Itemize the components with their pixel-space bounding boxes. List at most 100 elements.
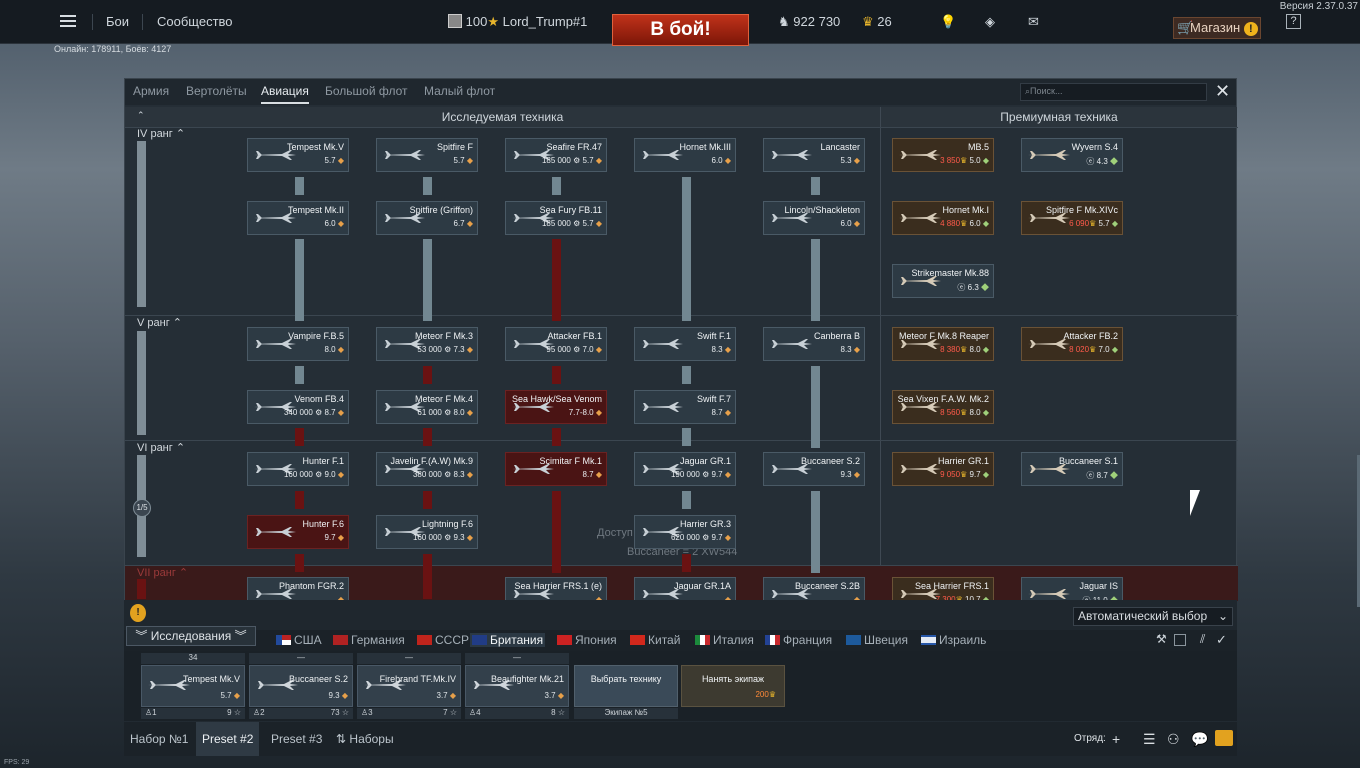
vehicle-card[interactable]: Hunter F.1 160 000 ⚙ 9.0 ◆: [247, 452, 349, 486]
vehicle-card[interactable]: Canberra B 8.3 ◆: [763, 327, 865, 361]
vehicle-card[interactable]: Harrier GR.3 620 000 ⚙ 9.7 ◆: [634, 515, 736, 549]
premium-vehicle-card[interactable]: Wyvern S.4 ⓔ 4.3 ◆: [1021, 138, 1123, 172]
close-icon[interactable]: ✕: [1215, 81, 1230, 102]
add-squad-icon[interactable]: +: [1112, 731, 1120, 747]
rank-4-label[interactable]: IV ранг ⌃: [137, 127, 185, 140]
vehicle-card[interactable]: Spitfire (Griffon) 6.7 ◆: [376, 201, 478, 235]
contacts-icon[interactable]: ⚇: [1167, 731, 1180, 748]
vehicle-card[interactable]: Lightning F.6 160 000 ⚙ 9.3 ◆: [376, 515, 478, 549]
menu-battles[interactable]: Бои: [106, 14, 129, 29]
vehicle-card[interactable]: Swift F.1 8.3 ◆: [634, 327, 736, 361]
rank-7-label[interactable]: VII ранг ⌃: [137, 566, 188, 579]
filter-icon[interactable]: ⫽: [1200, 632, 1205, 647]
vehicle-card[interactable]: Jaguar GR.1 190 000 ⚙ 9.7 ◆: [634, 452, 736, 486]
vehicle-card[interactable]: Javelin F.(A.W) Mk.9 380 000 ⚙ 8.3 ◆: [376, 452, 478, 486]
crew-slot[interactable]: Firebrand TF.Mk.IV 3.7 ◆: [357, 665, 461, 707]
premium-vehicle-card[interactable]: Harrier GR.1 9 050♛ 9.7 ◆: [892, 452, 994, 486]
silver-lions[interactable]: ♞ 922 730: [778, 14, 840, 30]
tab-aviation[interactable]: Авиация: [261, 84, 309, 104]
presets-menu[interactable]: ⇅ Наборы: [330, 722, 400, 756]
nation-italy[interactable]: Италия: [695, 633, 754, 647]
premium-vehicle-card[interactable]: Hornet Mk.I 4 880♛ 6.0 ◆: [892, 201, 994, 235]
crew-slot[interactable]: Buccaneer S.2 9.3 ◆: [249, 665, 353, 707]
to-battle-button[interactable]: В бой!: [612, 14, 749, 46]
premium-vehicle-card[interactable]: Sea Vixen F.A.W. Mk.2 8 560♛ 8.0 ◆: [892, 390, 994, 424]
tab-army[interactable]: Армия: [133, 84, 169, 98]
chat-icon[interactable]: 💬: [1191, 731, 1208, 748]
vehicle-card[interactable]: Lincoln/Shackleton 6.0 ◆: [763, 201, 865, 235]
collapse-icon[interactable]: ⌃: [137, 110, 145, 121]
battle-rating: 5.0: [969, 156, 981, 165]
ground-battle-icon: ◆: [464, 408, 473, 417]
vehicle-stats: 8 560♛ 8.0 ◆: [940, 408, 989, 417]
tree-connector: [552, 366, 561, 384]
player-badge[interactable]: 100★ Lord_Trump#1: [448, 14, 587, 30]
nation-israel[interactable]: Израиль: [921, 633, 986, 647]
tree-connector: [811, 366, 820, 448]
vehicle-card[interactable]: Hunter F.6 9.7 ◆: [247, 515, 349, 549]
choose-vehicle-slot[interactable]: Выбрать технику: [574, 665, 678, 707]
vehicle-card[interactable]: Tempest Mk.II 6.0 ◆: [247, 201, 349, 235]
premium-vehicle-card[interactable]: Spitfire F Mk.XIVc 6 090♛ 5.7 ◆: [1021, 201, 1123, 235]
research-tab[interactable]: ︾ Исследования ︾: [126, 626, 256, 646]
menu-icon[interactable]: [60, 20, 76, 22]
tab-coastal[interactable]: Малый флот: [424, 84, 495, 98]
decals-icon[interactable]: ◈: [985, 14, 995, 30]
hire-crew-slot[interactable]: Нанять экипаж 200♛: [681, 665, 785, 707]
vehicle-card[interactable]: Sea Hawk/Sea Venom 7.7-8.0 ◆: [505, 390, 607, 424]
nation-britain[interactable]: Британия: [470, 633, 546, 647]
menu-community[interactable]: Сообщество: [157, 14, 233, 29]
premium-vehicle-card[interactable]: MB.5 3 850♛ 5.0 ◆: [892, 138, 994, 172]
coupon-icon[interactable]: ✉: [1028, 14, 1039, 30]
vehicle-card[interactable]: Meteor F Mk.3 53 000 ⚙ 7.3 ◆: [376, 327, 478, 361]
nation-ussr[interactable]: СССР: [417, 633, 469, 647]
vehicle-card[interactable]: Swift F.7 8.7 ◆: [634, 390, 736, 424]
vehicle-card[interactable]: Seafire FR.47 185 000 ⚙ 5.7 ◆: [505, 138, 607, 172]
rank-marker-icon[interactable]: !: [130, 604, 146, 622]
vehicle-card[interactable]: Meteor F Mk.4 61 000 ⚙ 8.0 ◆: [376, 390, 478, 424]
premium-vehicle-card[interactable]: Buccaneer S.1 ⓔ 8.7 ◆: [1021, 452, 1123, 486]
vehicle-card[interactable]: Tempest Mk.V 5.7 ◆: [247, 138, 349, 172]
nation-japan[interactable]: Япония: [557, 633, 617, 647]
rp-icon: ⚙: [312, 470, 325, 479]
checkbox[interactable]: [1174, 634, 1186, 646]
tab-fleet[interactable]: Большой флот: [325, 84, 408, 98]
search-input[interactable]: ⌕Поиск...: [1020, 83, 1207, 101]
player-name: Lord_Trump#1: [502, 14, 588, 29]
vehicle-card[interactable]: Vampire F.B.5 8.0 ◆: [247, 327, 349, 361]
shop-button[interactable]: 🛒 Магазин !: [1173, 17, 1261, 39]
vehicle-card[interactable]: Scimitar F Mk.1 8.7 ◆: [505, 452, 607, 486]
premium-vehicle-card[interactable]: Strikemaster Mk.88 ⓔ 6.3 ◆: [892, 264, 994, 298]
auto-select-dropdown[interactable]: Автоматический выбор ⌄: [1073, 607, 1233, 626]
vehicle-card[interactable]: Hornet Mk.III 6.0 ◆: [634, 138, 736, 172]
help-button[interactable]: ?: [1286, 14, 1301, 29]
nation-china[interactable]: Китай: [630, 633, 680, 647]
list-icon[interactable]: ☰: [1143, 731, 1156, 748]
mail-icon[interactable]: [1215, 730, 1233, 746]
premium-vehicle-card[interactable]: Meteor F Mk.8 Reaper 8 380♛ 8.0 ◆: [892, 327, 994, 361]
check-icon[interactable]: ✓: [1216, 632, 1227, 648]
vehicle-card[interactable]: Buccaneer S.2 9.3 ◆: [763, 452, 865, 486]
preset-1[interactable]: Набор №1: [124, 722, 194, 756]
vehicle-card[interactable]: Venom FB.4 340 000 ⚙ 8.7 ◆: [247, 390, 349, 424]
preset-2[interactable]: Preset #2: [196, 722, 260, 756]
lightbulb-icon[interactable]: 💡: [940, 14, 956, 30]
vehicle-stats: 185 000 ⚙ 5.7 ◆: [542, 156, 602, 165]
crew-slot[interactable]: Beaufighter Mk.21 3.7 ◆: [465, 665, 569, 707]
crew-slot[interactable]: Tempest Mk.V 5.7 ◆: [141, 665, 245, 707]
nation-germany[interactable]: Германия: [333, 633, 405, 647]
vehicle-card[interactable]: Attacker FB.1 95 000 ⚙ 7.0 ◆: [505, 327, 607, 361]
vehicle-card[interactable]: Spitfire F 5.7 ◆: [376, 138, 478, 172]
nation-usa[interactable]: США: [276, 633, 322, 647]
rank-6-label[interactable]: VI ранг ⌃: [137, 441, 185, 454]
golden-eagles[interactable]: ♛ 26: [862, 14, 892, 30]
tab-helicopters[interactable]: Вертолёты: [186, 84, 247, 98]
wrench-icon[interactable]: ⚒: [1156, 632, 1167, 646]
rank-5-label[interactable]: V ранг ⌃: [137, 316, 182, 329]
nation-sweden[interactable]: Швеция: [846, 633, 908, 647]
vehicle-card[interactable]: Lancaster 5.3 ◆: [763, 138, 865, 172]
nation-france[interactable]: Франция: [765, 633, 832, 647]
premium-vehicle-card[interactable]: Attacker FB.2 8 020♛ 7.0 ◆: [1021, 327, 1123, 361]
preset-3[interactable]: Preset #3: [265, 722, 328, 756]
vehicle-card[interactable]: Sea Fury FB.11 185 000 ⚙ 5.7 ◆: [505, 201, 607, 235]
